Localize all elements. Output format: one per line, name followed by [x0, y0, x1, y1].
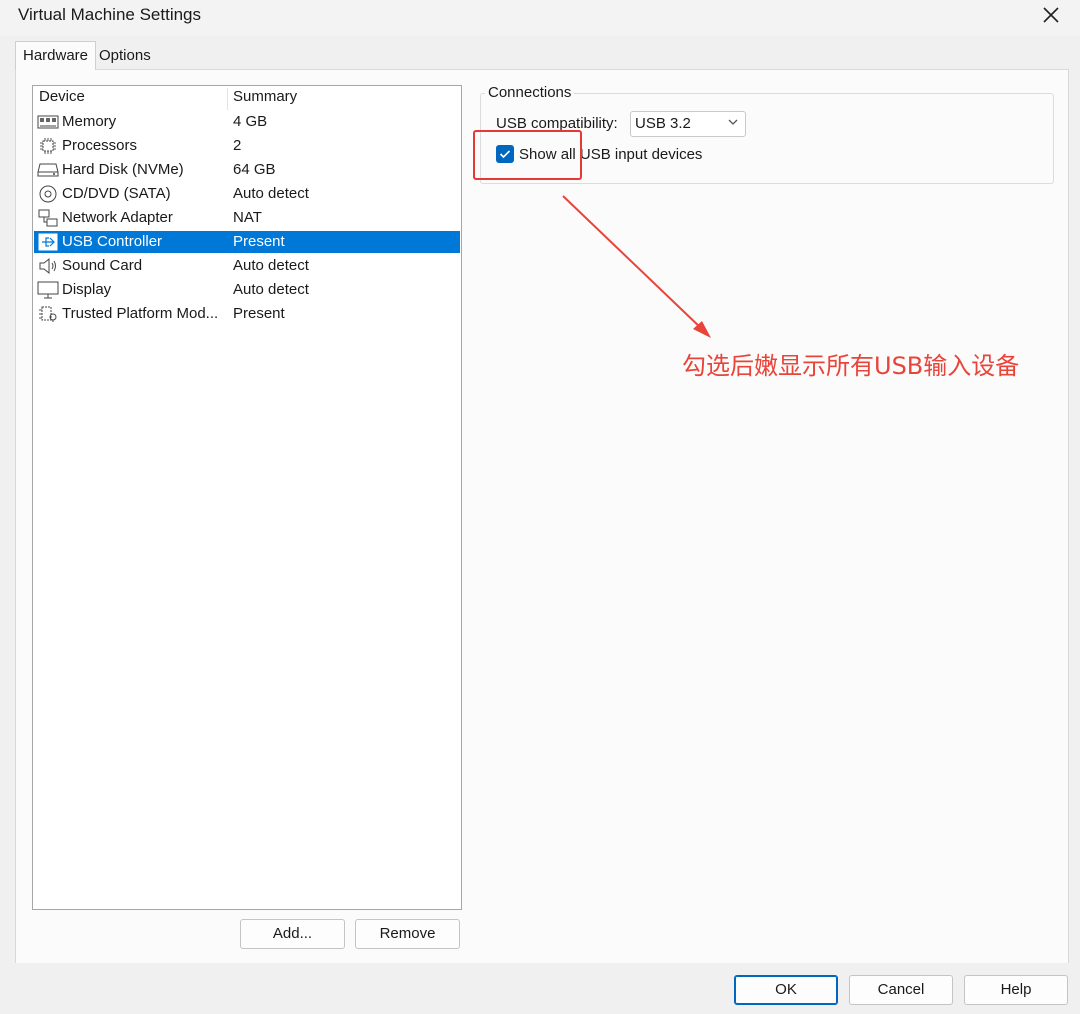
device-summary: Present	[233, 305, 285, 322]
annotation-highlight-box	[473, 130, 582, 180]
close-icon[interactable]	[1038, 2, 1064, 28]
device-row-hard-disk[interactable]: Hard Disk (NVMe) 64 GB	[34, 159, 460, 181]
cancel-button[interactable]: Cancel	[849, 975, 953, 1005]
device-name: Display	[62, 281, 112, 298]
column-header-summary[interactable]: Summary	[233, 88, 297, 105]
device-row-network-adapter[interactable]: Network Adapter NAT	[34, 207, 460, 229]
speaker-icon	[37, 257, 59, 275]
device-name: Trusted Platform Mod...	[62, 305, 219, 322]
device-row-usb-controller[interactable]: USB Controller Present	[34, 231, 460, 253]
display-icon	[37, 281, 59, 299]
device-summary: 2	[233, 137, 242, 154]
remove-button[interactable]: Remove	[355, 919, 460, 949]
tab-hardware[interactable]: Hardware	[15, 41, 97, 70]
ok-button[interactable]: OK	[734, 975, 838, 1005]
device-row-display[interactable]: Display Auto detect	[34, 279, 460, 301]
usb-compatibility-dropdown[interactable]: USB 3.2	[630, 111, 746, 137]
connections-group-label: Connections	[485, 84, 575, 101]
device-name: Memory	[62, 113, 117, 130]
device-list-header: Device Summary	[33, 88, 461, 110]
device-summary: 4 GB	[233, 113, 268, 130]
chevron-down-icon	[727, 115, 739, 132]
annotation-arrow-icon	[562, 195, 711, 338]
device-summary: Auto detect	[233, 185, 309, 202]
device-name: Sound Card	[62, 257, 143, 274]
usb-icon	[37, 233, 59, 251]
device-row-processors[interactable]: Processors 2	[34, 135, 460, 157]
device-name: Processors	[62, 137, 138, 154]
column-separator	[227, 88, 228, 110]
memory-icon	[37, 113, 59, 131]
device-summary: Present	[233, 233, 285, 250]
device-name: CD/DVD (SATA)	[62, 185, 171, 202]
device-name: Network Adapter	[62, 209, 173, 226]
device-row-trusted-platform-module[interactable]: Trusted Platform Mod... Present	[34, 303, 460, 325]
device-list[interactable]: Device Summary Memory 4 GB Processors 2 …	[32, 85, 462, 910]
device-row-sound-card[interactable]: Sound Card Auto detect	[34, 255, 460, 277]
device-summary: NAT	[233, 209, 262, 226]
device-row-memory[interactable]: Memory 4 GB	[34, 111, 460, 133]
device-name: Hard Disk (NVMe)	[62, 161, 184, 178]
network-adapter-icon	[37, 209, 59, 227]
device-name: USB Controller	[62, 233, 163, 250]
window-title: Virtual Machine Settings	[18, 5, 202, 24]
hard-disk-icon	[37, 161, 59, 179]
usb-compatibility-value: USB 3.2	[635, 115, 691, 132]
device-summary: Auto detect	[233, 281, 309, 298]
device-row-cd-dvd[interactable]: CD/DVD (SATA) Auto detect	[34, 183, 460, 205]
cd-dvd-icon	[37, 185, 59, 203]
column-header-device[interactable]: Device	[39, 88, 85, 105]
device-summary: Auto detect	[233, 257, 309, 274]
tab-options[interactable]: Options	[92, 42, 158, 69]
help-button[interactable]: Help	[964, 975, 1068, 1005]
device-summary: 64 GB	[233, 161, 276, 178]
tpm-icon	[37, 305, 59, 323]
title-bar: Virtual Machine Settings	[0, 0, 1080, 36]
annotation-text: 勾选后嫩显示所有USB输入设备	[682, 352, 1020, 380]
add-button[interactable]: Add...	[240, 919, 345, 949]
processor-icon	[37, 137, 59, 155]
